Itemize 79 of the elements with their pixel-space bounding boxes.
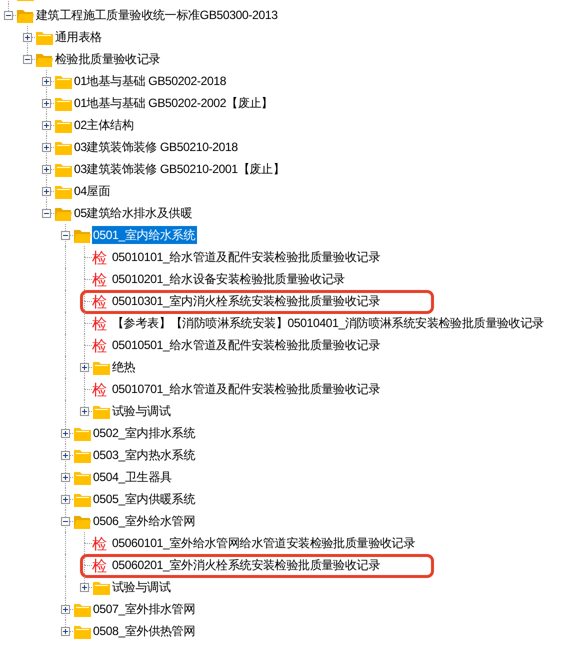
folder-icon (35, 30, 54, 46)
tree-item[interactable]: 01地基与基础 GB50202-2002【废止】 (73, 94, 275, 112)
record-badge: 检 (92, 295, 107, 311)
tree-item[interactable]: 03建筑装饰装修 GB50210-2001【废止】 (73, 160, 287, 178)
tree-item[interactable]: 0504_卫生器具 (92, 468, 174, 486)
folder-icon (54, 184, 73, 200)
open-folder-icon (73, 228, 92, 244)
record-badge: 检 (92, 559, 107, 575)
tree-item[interactable]: 05010701_给水管道及配件安装检验批质量验收记录 (111, 380, 382, 398)
folder-icon (73, 492, 92, 508)
open-folder-icon (54, 206, 73, 222)
collapse-toggle[interactable] (61, 517, 70, 526)
tree-item[interactable]: 【参考表】【消防喷淋系统安装】05010401_消防喷淋系统安装检验批质量验收记录 (111, 314, 546, 332)
folder-icon (73, 448, 92, 464)
record-badge: 检 (92, 537, 107, 553)
tree-item[interactable]: 05建筑给水排水及供暖 (73, 204, 194, 222)
tree-item[interactable]: 0502_室内排水系统 (92, 424, 198, 442)
tree-item[interactable]: 02主体结构 (73, 116, 136, 134)
expand-toggle[interactable] (42, 77, 51, 86)
tree-item[interactable]: 绝热 (111, 358, 138, 376)
expand-toggle[interactable] (61, 627, 70, 636)
tree-item[interactable]: 03建筑装饰装修 GB50210-2018 (73, 138, 240, 156)
expand-toggle[interactable] (80, 583, 89, 592)
record-badge: 检 (92, 339, 107, 355)
tree-item[interactable]: 05010301_室内消火栓系统安装检验批质量验收记录 (111, 292, 382, 310)
folder-icon (92, 360, 111, 376)
tree-item[interactable]: 0508_室外供热管网 (92, 622, 198, 640)
folder-icon (54, 96, 73, 112)
expand-toggle[interactable] (61, 495, 70, 504)
record-badge: 检 (92, 273, 107, 289)
expand-toggle[interactable] (61, 605, 70, 614)
folder-icon (73, 426, 92, 442)
expand-toggle[interactable] (42, 165, 51, 174)
tree-item[interactable]: 05010201_给水设备安装检验批质量验收记录 (111, 270, 347, 288)
tree-item[interactable]: 建筑工程施工质量验收统一标准GB50300-2013 (35, 6, 280, 24)
folder-icon (92, 580, 111, 596)
record-badge: 检 (92, 317, 107, 333)
tree-item[interactable]: 通用表格 (54, 28, 104, 46)
expand-toggle[interactable] (42, 121, 51, 130)
tree-item[interactable]: 试验与调试 (111, 402, 173, 420)
expand-toggle[interactable] (42, 99, 51, 108)
folder-icon (92, 404, 111, 420)
tree-item[interactable]: 04屋面 (73, 182, 112, 200)
collapse-toggle[interactable] (61, 231, 70, 240)
folder-icon (54, 118, 73, 134)
expand-toggle[interactable] (61, 451, 70, 460)
folder-icon (54, 74, 73, 90)
open-folder-icon (73, 514, 92, 530)
tree-item[interactable]: 试验与调试 (111, 578, 173, 596)
open-folder-icon (35, 52, 54, 68)
expand-toggle[interactable] (80, 407, 89, 416)
folder-icon (73, 624, 92, 640)
tree-item[interactable]: 0505_室内供暖系统 (92, 490, 198, 508)
tree-item[interactable]: 05060101_室外给水管网给水管道安装检验批质量验收记录 (111, 534, 418, 552)
tree-item[interactable]: 05060201_室外消火栓系统安装检验批质量验收记录 (111, 556, 382, 574)
tree-item[interactable]: 检验批质量验收记录 (54, 50, 162, 68)
collapse-toggle[interactable] (4, 11, 13, 20)
expand-toggle[interactable] (23, 33, 32, 42)
record-badge: 检 (92, 383, 107, 399)
expand-toggle[interactable] (42, 187, 51, 196)
collapse-toggle[interactable] (42, 209, 51, 218)
collapse-toggle[interactable] (23, 55, 32, 64)
record-badge: 检 (92, 251, 107, 267)
folder-icon (73, 602, 92, 618)
tree-item[interactable]: 0503_室内热水系统 (92, 446, 198, 464)
tree-item[interactable]: 0501_室内给水系统 (92, 226, 198, 244)
expand-toggle[interactable] (61, 473, 70, 482)
folder-icon (73, 470, 92, 486)
expand-toggle[interactable] (80, 363, 89, 372)
open-folder-icon (16, 8, 35, 24)
folder-icon (54, 140, 73, 156)
tree-item[interactable]: 05010101_给水管道及配件安装检验批质量验收记录 (111, 248, 382, 266)
expand-toggle[interactable] (42, 143, 51, 152)
tree-item[interactable]: 0506_室外给水管网 (92, 512, 198, 530)
tree-item[interactable]: 01地基与基础 GB50202-2018 (73, 72, 228, 90)
expand-toggle[interactable] (61, 429, 70, 438)
tree-item[interactable]: 0507_室外排水管网 (92, 600, 198, 618)
tree-item[interactable]: 05010501_给水管道及配件安装检验批质量验收记录 (111, 336, 382, 354)
folder-icon (54, 162, 73, 178)
